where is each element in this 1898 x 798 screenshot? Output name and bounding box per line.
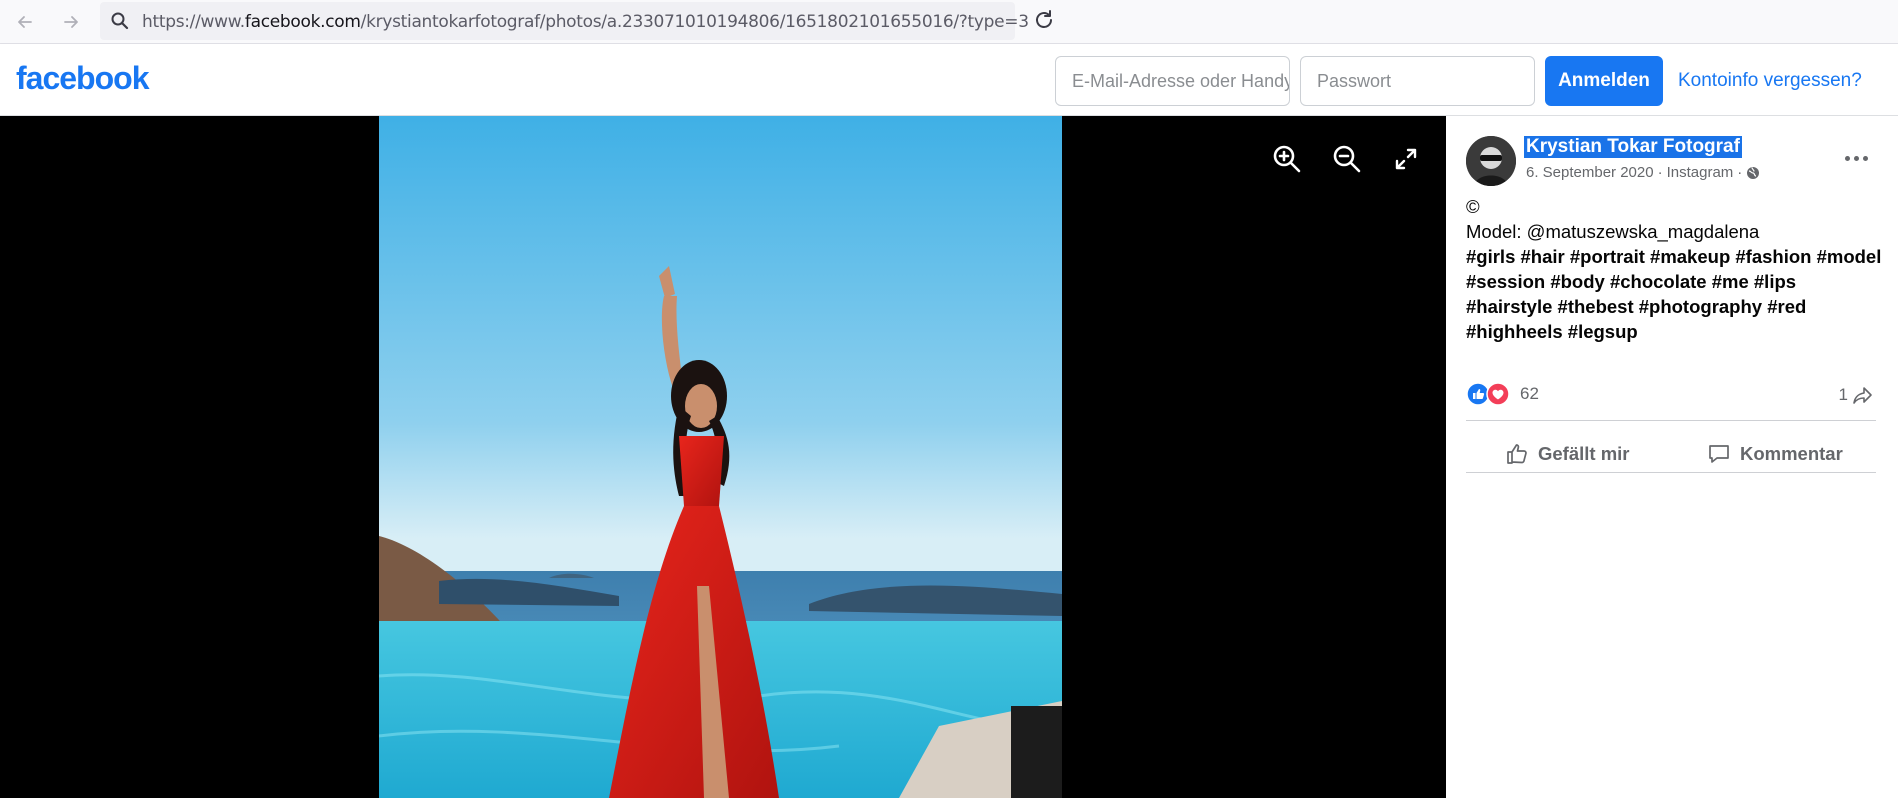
reload-button[interactable] — [1032, 8, 1056, 37]
search-icon — [111, 12, 129, 30]
dot-icon — [1862, 155, 1868, 161]
photo-viewer — [0, 116, 1446, 798]
comment-label: Kommentar — [1740, 443, 1843, 464]
address-bar[interactable]: https://www.facebook.com/krystiantokarfo… — [100, 2, 1029, 40]
forward-button[interactable] — [56, 7, 86, 37]
expand-icon — [1395, 148, 1417, 170]
like-button[interactable]: Gefällt mir — [1504, 434, 1630, 474]
more-options-button[interactable] — [1838, 148, 1874, 168]
facebook-header: facebook E-Mail-Adresse oder Handynummer… — [0, 44, 1898, 116]
back-button[interactable] — [10, 7, 40, 37]
avatar-image — [1466, 136, 1516, 186]
password-field[interactable]: Passwort — [1300, 56, 1535, 106]
divider — [1466, 472, 1876, 473]
caption-hashtags[interactable]: #girls #hair #portrait #makeup #fashion … — [1466, 244, 1886, 344]
caption-symbol: © — [1466, 196, 1480, 217]
divider — [1466, 420, 1876, 421]
globe-icon — [1747, 166, 1760, 179]
love-reaction-icon — [1486, 382, 1510, 406]
thumbs-up-icon — [1507, 444, 1527, 464]
post-meta: 6. September 2020 · Instagram · — [1526, 164, 1760, 181]
post-source: Instagram — [1666, 164, 1734, 181]
zoom-out-icon — [1333, 145, 1361, 173]
meta-separator: · — [1737, 164, 1743, 181]
reaction-summary[interactable]: 62 — [1466, 382, 1539, 406]
login-button[interactable]: Anmelden — [1545, 56, 1663, 106]
meta-separator: · — [1657, 164, 1663, 181]
email-field[interactable]: E-Mail-Adresse oder Handynummer — [1055, 56, 1290, 106]
zoom-in-icon — [1273, 145, 1301, 173]
forgot-account-link[interactable]: Kontoinfo vergessen? — [1678, 70, 1862, 92]
arrow-right-icon — [64, 16, 78, 28]
dot-icon — [1844, 155, 1850, 161]
share-count: 1 — [1838, 385, 1848, 404]
fullscreen-button[interactable] — [1394, 147, 1418, 176]
post-details-panel: Krystian Tokar Fotograf 6. September 202… — [1446, 116, 1898, 798]
share-summary[interactable]: 1 — [1839, 384, 1874, 406]
reload-icon — [1036, 10, 1052, 28]
author-name[interactable]: Krystian Tokar Fotograf — [1524, 136, 1742, 158]
facebook-logo[interactable]: facebook — [16, 60, 149, 97]
comment-icon — [1709, 445, 1729, 463]
share-icon — [1853, 387, 1872, 404]
url-text: https://www.facebook.com/krystiantokarfo… — [142, 12, 1029, 32]
dot-icon — [1853, 155, 1859, 161]
post-date[interactable]: 6. September 2020 — [1526, 164, 1654, 181]
photo-image — [379, 116, 1062, 798]
post-caption: © Model: @matuszewska_magdalena #girls #… — [1466, 194, 1886, 344]
arrow-left-icon — [18, 16, 32, 28]
reaction-count: 62 — [1520, 384, 1539, 403]
post-photo — [379, 116, 1062, 798]
browser-toolbar: https://www.facebook.com/krystiantokarfo… — [0, 0, 1898, 44]
like-label: Gefällt mir — [1538, 443, 1630, 464]
caption-model: Model: @matuszewska_magdalena — [1466, 221, 1760, 242]
author-avatar[interactable] — [1466, 136, 1516, 186]
comment-button[interactable]: Kommentar — [1706, 434, 1843, 474]
zoom-in-button[interactable] — [1272, 144, 1302, 179]
zoom-out-button[interactable] — [1332, 144, 1362, 179]
